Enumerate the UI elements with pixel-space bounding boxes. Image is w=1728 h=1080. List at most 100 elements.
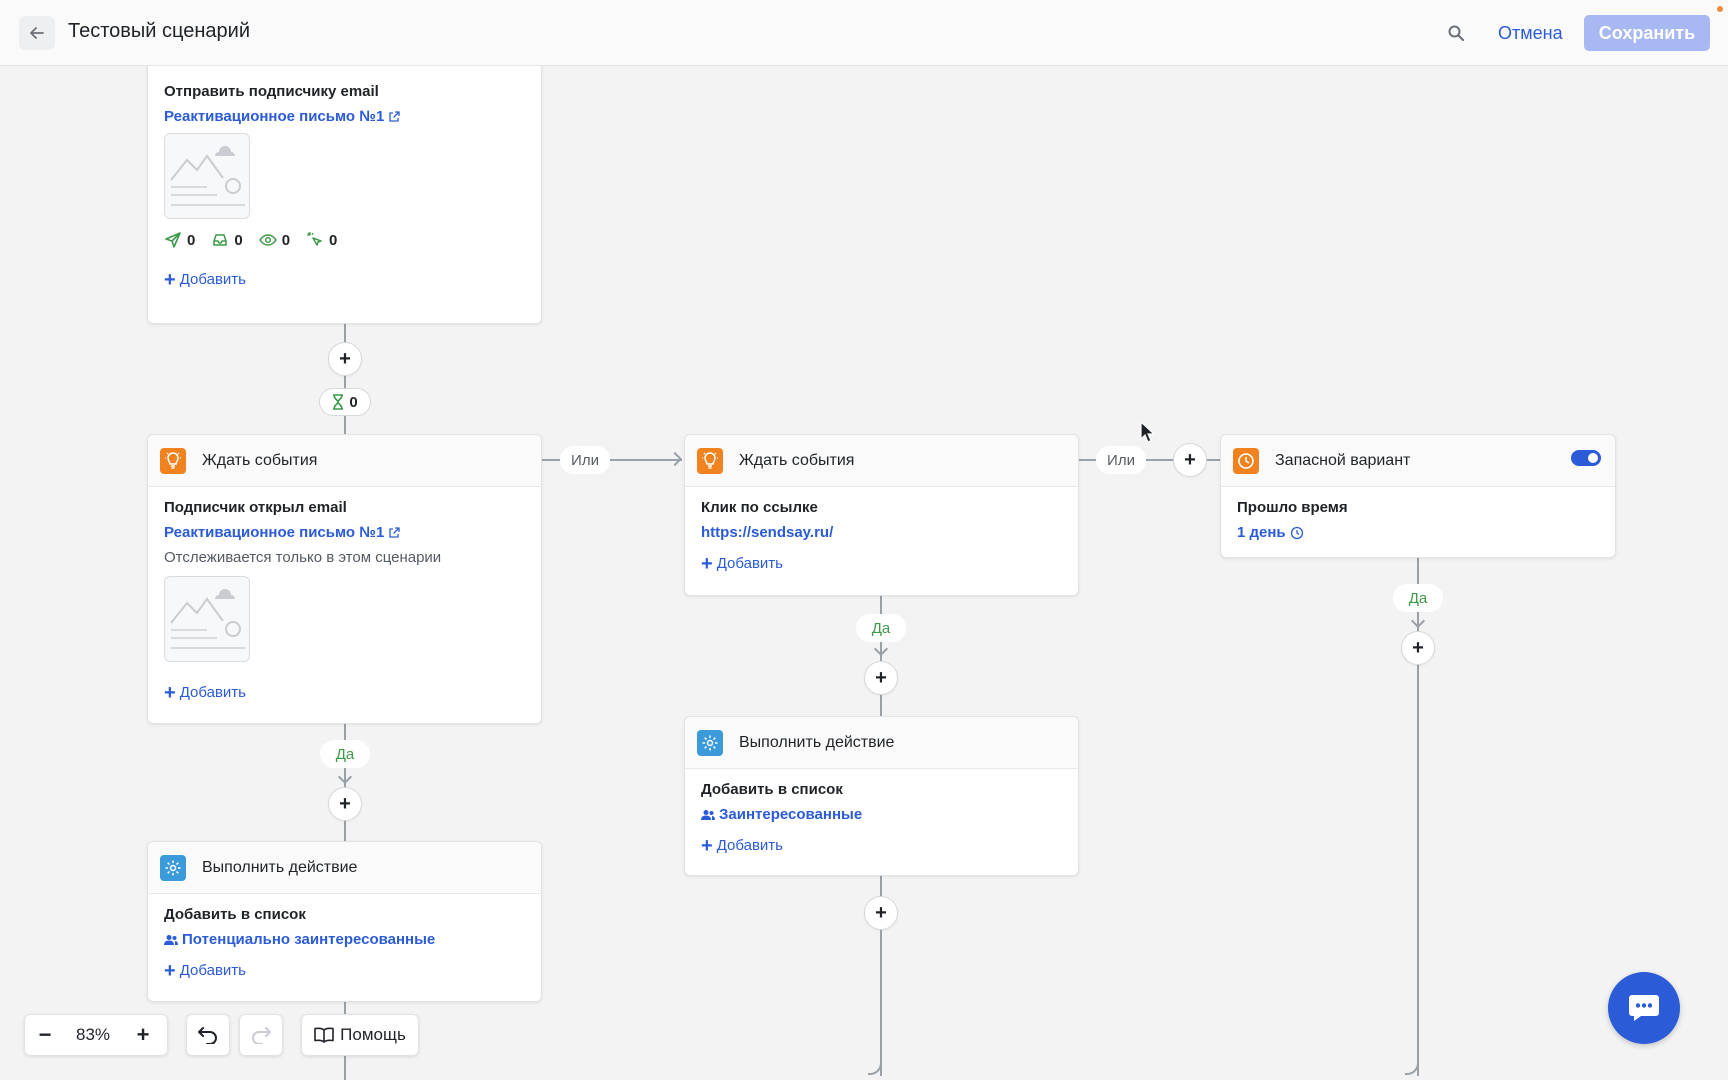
users-icon bbox=[164, 934, 178, 945]
redo-button[interactable] bbox=[239, 1014, 283, 1056]
image-placeholder-icon bbox=[170, 589, 245, 649]
scenario-canvas[interactable]: Отправить подписчику email Реактивационн… bbox=[0, 66, 1728, 1080]
email-link-label: Реактивационное письмо №1 bbox=[164, 108, 385, 125]
click-icon bbox=[307, 232, 322, 246]
zoom-in-button[interactable]: + bbox=[121, 1015, 165, 1055]
action-card[interactable]: Выполнить действие Добавить в список Заи… bbox=[684, 716, 1079, 876]
email-preview-thumbnail[interactable] bbox=[164, 576, 250, 662]
clock-icon bbox=[1290, 526, 1303, 539]
list-link[interactable]: Заинтересованные bbox=[701, 806, 1062, 823]
gear-icon bbox=[697, 729, 723, 756]
card-header: Выполнить действие bbox=[148, 842, 541, 894]
arrow-head bbox=[337, 769, 353, 785]
add-button[interactable]: + Добавить bbox=[701, 552, 1062, 575]
hourglass-icon bbox=[333, 394, 344, 410]
mouse-cursor-icon bbox=[1140, 421, 1156, 443]
add-step-button[interactable]: + bbox=[328, 787, 362, 821]
card-title: Прошло время bbox=[1237, 499, 1348, 516]
redo-icon bbox=[252, 1027, 271, 1044]
add-button[interactable]: + Добавить bbox=[701, 834, 1062, 857]
search-button[interactable] bbox=[1444, 21, 1468, 45]
plus-icon: + bbox=[164, 959, 176, 982]
email-link[interactable]: Реактивационное письмо №1 bbox=[164, 524, 525, 541]
add-step-button[interactable]: + bbox=[864, 896, 898, 930]
or-label: Или bbox=[560, 446, 610, 474]
add-branch-button[interactable]: + bbox=[1173, 443, 1207, 477]
book-icon bbox=[314, 1027, 334, 1043]
add-step-button[interactable]: + bbox=[328, 342, 362, 376]
gear-icon bbox=[160, 854, 186, 881]
card-title: Добавить в список bbox=[164, 906, 306, 923]
wait-event-card[interactable]: Ждать события Подписчик открыл email Реа… bbox=[147, 434, 542, 724]
undo-icon bbox=[198, 1027, 217, 1044]
plus-icon: + bbox=[164, 268, 176, 291]
list-link[interactable]: Потенциально заинтересованные bbox=[164, 931, 525, 948]
stat-opened: 0 bbox=[258, 231, 290, 249]
clock-icon bbox=[1233, 447, 1259, 474]
chat-icon bbox=[1629, 995, 1659, 1021]
zoom-out-button[interactable]: − bbox=[25, 1015, 65, 1055]
wait-event-card[interactable]: Ждать события Клик по ссылке https://sen… bbox=[684, 434, 1079, 596]
yes-label: Да bbox=[320, 740, 370, 768]
action-card[interactable]: Выполнить действие Добавить в список Пот… bbox=[147, 841, 542, 1002]
arrow-head bbox=[1410, 613, 1426, 629]
back-button[interactable] bbox=[19, 16, 55, 50]
stat-sent: 0 bbox=[164, 231, 195, 249]
notification-dot bbox=[1717, 6, 1723, 12]
top-bar: Тестовый сценарий Отмена Сохранить bbox=[0, 0, 1728, 66]
add-step-button[interactable]: + bbox=[864, 661, 898, 695]
fallback-toggle[interactable] bbox=[1571, 450, 1601, 466]
card-header: Ждать события bbox=[148, 435, 541, 487]
external-link-icon bbox=[389, 110, 400, 122]
tracking-note: Отслеживается только в этом сценарии bbox=[164, 549, 442, 566]
chat-button[interactable] bbox=[1608, 972, 1680, 1044]
plus-icon: + bbox=[701, 552, 713, 575]
card-title: Подписчик открыл email bbox=[164, 499, 347, 516]
cancel-button[interactable]: Отмена bbox=[1492, 19, 1569, 47]
send-email-card[interactable]: Отправить подписчику email Реактивационн… bbox=[147, 66, 542, 324]
connector-line bbox=[1206, 459, 1220, 461]
or-label: Или bbox=[1096, 446, 1146, 474]
add-button[interactable]: + Добавить bbox=[164, 268, 525, 291]
card-header: Ждать события bbox=[685, 435, 1078, 487]
external-link-icon bbox=[389, 526, 400, 538]
email-preview-thumbnail[interactable] bbox=[164, 133, 250, 219]
undo-button[interactable] bbox=[186, 1014, 230, 1056]
users-icon bbox=[701, 809, 715, 820]
url-link[interactable]: https://sendsay.ru/ bbox=[701, 524, 1062, 541]
search-icon bbox=[1448, 25, 1465, 42]
add-button[interactable]: + Добавить bbox=[164, 959, 525, 982]
card-header: Запасной вариант bbox=[1221, 435, 1615, 487]
add-button[interactable]: + Добавить bbox=[164, 681, 525, 704]
arrow-head bbox=[873, 641, 889, 657]
arrow-head bbox=[667, 451, 683, 467]
fallback-card[interactable]: Запасной вариант Прошло время 1 день bbox=[1220, 434, 1616, 558]
stat-delivered: 0 bbox=[211, 231, 243, 249]
email-link[interactable]: Реактивационное письмо №1 bbox=[164, 108, 525, 125]
eye-icon bbox=[258, 234, 277, 246]
sent-icon bbox=[165, 232, 181, 248]
image-placeholder-icon bbox=[170, 146, 245, 206]
add-step-button[interactable]: + bbox=[1401, 631, 1435, 665]
lightbulb-icon bbox=[160, 447, 186, 474]
yes-label: Да bbox=[1393, 584, 1443, 612]
inbox-icon bbox=[213, 234, 228, 246]
plus-icon: + bbox=[701, 834, 713, 857]
card-header: Выполнить действие bbox=[685, 717, 1078, 769]
zoom-controls: − 83% + bbox=[24, 1014, 168, 1056]
help-button[interactable]: Помощь bbox=[301, 1014, 419, 1056]
card-title: Добавить в список bbox=[701, 781, 843, 798]
stat-clicked: 0 bbox=[306, 231, 337, 249]
save-button[interactable]: Сохранить bbox=[1584, 15, 1710, 51]
duration-link[interactable]: 1 день bbox=[1237, 524, 1599, 541]
page-title: Тестовый сценарий bbox=[68, 20, 250, 42]
card-title: Отправить подписчику email bbox=[164, 83, 379, 100]
arrow-left-icon bbox=[30, 27, 44, 39]
delay-badge[interactable]: 0 bbox=[319, 388, 371, 416]
lightbulb-icon bbox=[697, 447, 723, 474]
yes-label: Да bbox=[856, 614, 906, 642]
email-stats: 0 0 0 0 bbox=[164, 231, 525, 249]
zoom-level: 83% bbox=[75, 1025, 111, 1044]
card-title: Клик по ссылке bbox=[701, 499, 818, 516]
plus-icon: + bbox=[164, 681, 176, 704]
